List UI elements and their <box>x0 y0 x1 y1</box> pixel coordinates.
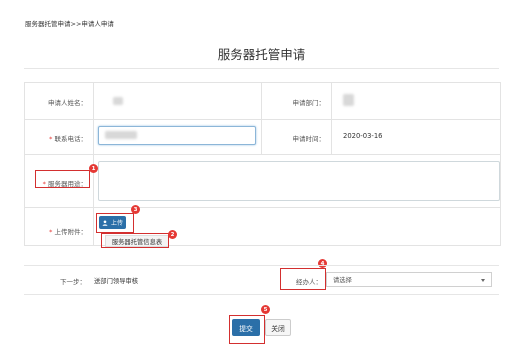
phone-label: * 联系电话： <box>49 135 87 143</box>
annotation-badge-2: 2 <box>168 230 177 239</box>
server-purpose-textarea[interactable] <box>98 161 500 201</box>
title-divider <box>24 68 499 69</box>
col-divider <box>331 83 332 154</box>
next-step-label: 下一步： <box>60 278 86 286</box>
phone-input[interactable] <box>98 126 256 145</box>
department-value <box>343 94 354 106</box>
applicant-name-value <box>113 97 123 105</box>
annotation-box-1 <box>35 170 90 188</box>
page-title: 服务器托管申请 <box>217 47 306 62</box>
row-divider <box>25 154 500 155</box>
annotation-box-3 <box>96 213 134 233</box>
row-divider <box>25 119 500 120</box>
applicant-name-label: 申请人姓名： <box>48 99 87 107</box>
annotation-badge-5: 5 <box>261 305 270 314</box>
row-divider <box>25 207 500 208</box>
apply-time-label: 申请时间： <box>292 135 326 143</box>
submit-button[interactable]: 提交 <box>232 319 260 336</box>
col-divider <box>261 83 262 154</box>
annotation-box-2 <box>101 233 169 248</box>
handler-label: 经办人： <box>296 278 322 286</box>
next-step-row: 下一步： 送部门领导审核 经办人： 请选择 <box>24 265 499 295</box>
apply-time-value: 2020-03-16 <box>343 132 383 140</box>
department-label: 申请部门： <box>292 99 326 107</box>
next-step-value: 送部门领导审核 <box>94 278 139 285</box>
phone-value <box>105 131 137 139</box>
caret-down-icon <box>481 278 485 282</box>
breadcrumb: 服务器托管申请>>申请人申请 <box>25 20 114 28</box>
attachment-label: * 上传附件： <box>49 228 87 236</box>
handler-select[interactable]: 请选择 <box>326 272 492 287</box>
close-button[interactable]: 关闭 <box>265 319 291 336</box>
annotation-badge-3: 3 <box>131 205 140 214</box>
annotation-badge-1: 1 <box>89 164 98 173</box>
